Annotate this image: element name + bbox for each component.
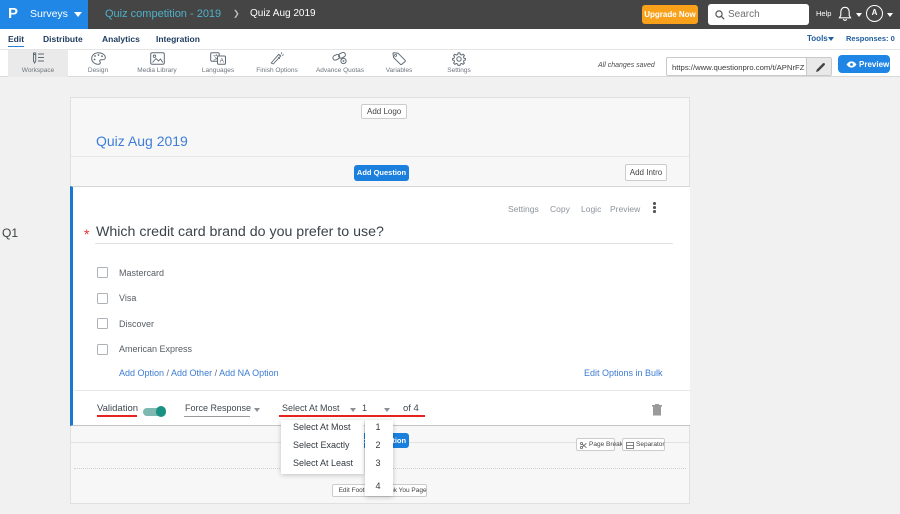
svg-text:A: A [220,58,225,65]
